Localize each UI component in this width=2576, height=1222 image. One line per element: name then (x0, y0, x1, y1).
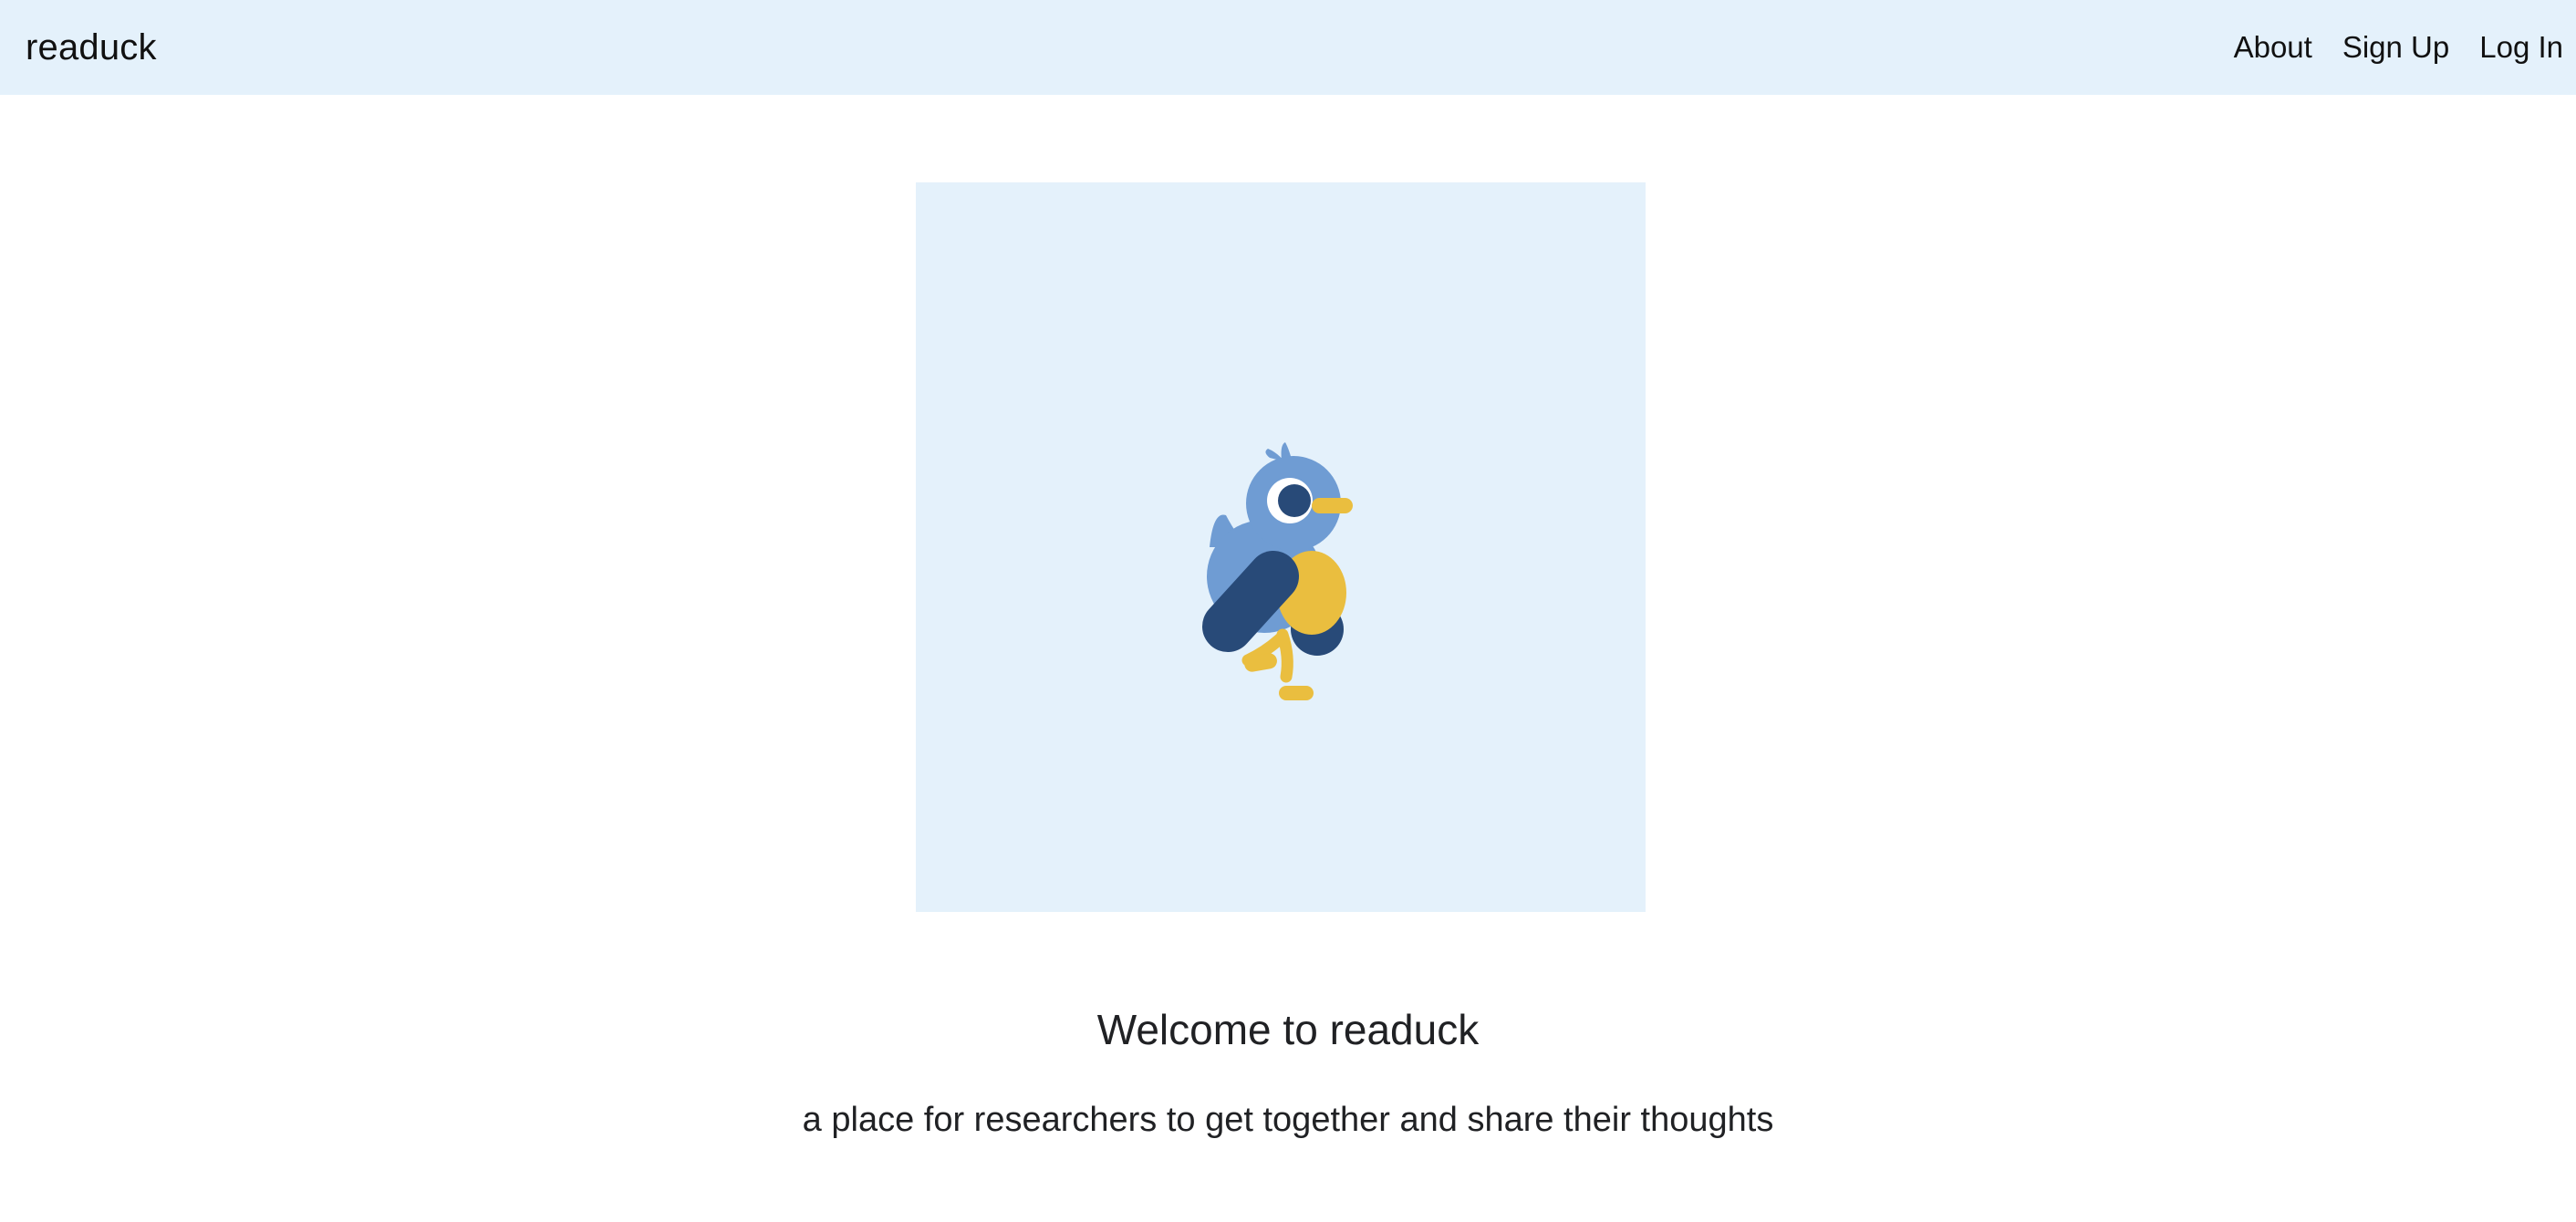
nav-login-link[interactable]: Log In (2479, 30, 2563, 65)
nav-signup-link[interactable]: Sign Up (2342, 30, 2449, 65)
hero-illustration-panel (916, 182, 1646, 912)
nav-about-link[interactable]: About (2234, 30, 2312, 65)
top-navbar: readuck About Sign Up Log In (0, 0, 2576, 95)
brand-link[interactable]: readuck (26, 27, 157, 68)
page-title: Welcome to readuck (1096, 1006, 1480, 1053)
page-subtitle: a place for researchers to get together … (802, 1101, 1774, 1139)
nav-links: About Sign Up Log In (2204, 30, 2563, 65)
duck-mascot-icon (1202, 442, 1353, 700)
